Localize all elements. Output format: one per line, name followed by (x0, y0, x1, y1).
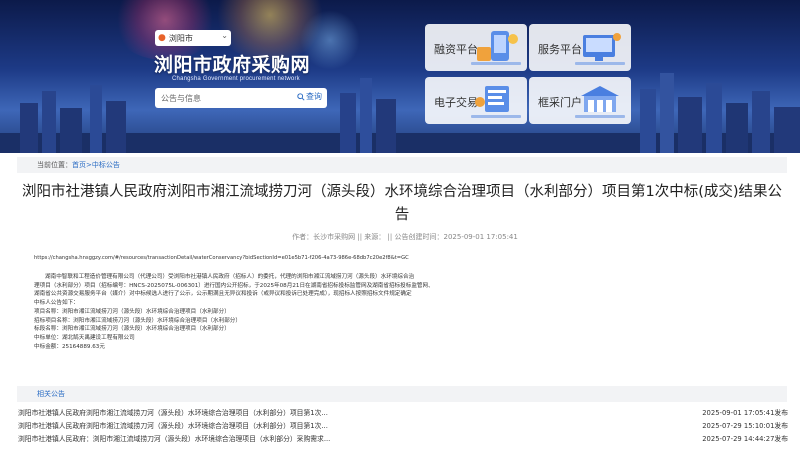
related-notice-date: 2025-07-29 15:10:01发布 (702, 421, 788, 430)
e-trade-illustration-icon (471, 86, 521, 118)
field-project-name: 项目名称：浏阳市湘江流域捞刀河（源头段）水环境综合治理项目（水利部分） (34, 308, 522, 317)
field-tender-project-name: 招标项目名称：浏阳市湘江流域捞刀河（源头段）水环境综合治理项目（水利部分） (34, 317, 522, 326)
related-notice-title[interactable]: 浏阳市社港镇人民政府浏阳市湘江流域捞刀河（源头段）水环境综合治理项目（水利部分）… (18, 407, 328, 417)
intro-line: 理项目（水利部分）项目（招标编号：HNCS-2025075L-006301）进行… (34, 282, 434, 289)
field-label: 招标项目名称： (34, 317, 74, 324)
field-label: 项目名称： (34, 308, 62, 315)
breadcrumb-label: 当前位置： (37, 161, 72, 169)
location-selector[interactable]: ● 浏阳市 ⌄ (155, 30, 231, 46)
search-box: 查询 (155, 88, 327, 108)
article-title: 浏阳市社港镇人民政府浏阳市湘江流域捞刀河（源头段）水环境综合治理项目（水利部分）… (21, 184, 783, 223)
field-label: 中标单位： (34, 334, 62, 341)
breadcrumb: 当前位置： 首页 > 中标公告 (17, 157, 787, 173)
breadcrumb-award-notice-link[interactable]: 中标公告 (92, 160, 120, 170)
platform-framework-portal[interactable]: 框采门户 (529, 77, 631, 124)
search-input[interactable] (155, 93, 285, 103)
field-winning-bidder: 中标单位：湖北鹄天禹建设工程有限公司 (34, 334, 522, 343)
related-notice-date: 2025-09-01 17:05:41发布 (702, 408, 788, 417)
source-label: || 来源： (357, 233, 386, 241)
author-label: 作者： (292, 233, 314, 241)
intro-line: 中标人公告如下： (34, 300, 79, 307)
service-illustration-icon (575, 33, 625, 65)
site-subtitle: Changsha Government procurement network (172, 76, 300, 82)
related-notice-item[interactable]: 浏阳市社港镇人民政府：浏阳市湘江流域捞刀河（源头段）水环境综合治理项目（水利部分… (18, 431, 788, 444)
related-notices-list: 浏阳市社港镇人民政府浏阳市湘江流域捞刀河（源头段）水环境综合治理项目（水利部分）… (18, 405, 788, 444)
search-icon (297, 92, 305, 101)
field-section-name: 标段名称：浏阳市湘江流域捞刀河（源头段）水环境综合治理项目（水利部分） (34, 325, 522, 334)
related-notice-item[interactable]: 浏阳市社港镇人民政府浏阳市湘江流域捞刀河（源头段）水环境综合治理项目（水利部分）… (18, 418, 788, 431)
search-button[interactable]: 查询 (297, 91, 322, 102)
breadcrumb-home-link[interactable]: 首页 (72, 160, 86, 170)
created-value: 2025-09-01 17:05:41 (443, 233, 518, 241)
article-body: 湖南中智联和工程造价管理有限公司（代理公司）受浏阳市社港镇人民政府（招标人）的委… (34, 273, 522, 351)
related-notice-title[interactable]: 浏阳市社港镇人民政府：浏阳市湘江流域捞刀河（源头段）水环境综合治理项目（水利部分… (18, 433, 330, 443)
related-notice-item[interactable]: 浏阳市社港镇人民政府浏阳市湘江流域捞刀河（源头段）水环境综合治理项目（水利部分）… (18, 405, 788, 418)
platform-service[interactable]: 服务平台 (529, 24, 631, 71)
field-value: 浏阳市湘江流域捞刀河（源头段）水环境综合治理项目（水利部分） (61, 326, 230, 333)
field-value: 25164889.63元 (61, 343, 105, 350)
article-meta: 作者：长沙市采购网 || 来源： || 公告创建时间：2025-09-01 17… (240, 232, 570, 242)
author-value: 长沙市采购网 (313, 233, 356, 241)
intro-line: 湖南省公共资源交易服务平台（媒介）对中标候选人进行了公示，公示期满且无异议和投诉… (34, 291, 412, 298)
framework-portal-illustration-icon (575, 86, 625, 118)
field-value: 浏阳市湘江流域捞刀河（源头段）水环境综合治理项目（水利部分） (61, 308, 230, 315)
site-title: 浏阳市政府采购网 (154, 54, 311, 76)
field-value: 浏阳市湘江流域捞刀河（源头段）水环境综合治理项目（水利部分） (73, 317, 241, 324)
created-label: || 公告创建时间： (387, 233, 444, 241)
header-banner: ● 浏阳市 ⌄ 浏阳市政府采购网 Changsha Government pro… (0, 0, 800, 153)
location-label: 浏阳市 (168, 33, 193, 43)
search-button-label: 查询 (306, 92, 322, 101)
field-label: 中标金额： (34, 343, 62, 350)
field-label: 标段名称： (34, 326, 62, 333)
map-pin-icon: ● (158, 33, 166, 43)
platform-finance[interactable]: 融资平台 (425, 24, 527, 71)
intro-line: 湖南中智联和工程造价管理有限公司（代理公司）受浏阳市社港镇人民政府（招标人）的委… (45, 274, 415, 280)
chevron-down-icon: ⌄ (221, 31, 228, 40)
related-notices-header: 相关公告 (17, 386, 787, 402)
platform-e-trade[interactable]: 电子交易 (425, 77, 527, 124)
related-notice-date: 2025-07-29 14:44:27发布 (702, 434, 788, 443)
related-notice-title[interactable]: 浏阳市社港镇人民政府浏阳市湘江流域捞刀河（源头段）水环境综合治理项目（水利部分）… (18, 420, 328, 430)
field-value: 湖北鹄天禹建设工程有限公司 (61, 334, 135, 341)
source-url[interactable]: https://changsha.hnsggzy.com/#/resources… (34, 255, 409, 261)
field-winning-amount: 中标金额：25164889.63元 (34, 343, 522, 352)
finance-illustration-icon (471, 31, 521, 65)
city-skyline-image (0, 73, 800, 153)
intro-paragraph: 湖南中智联和工程造价管理有限公司（代理公司）受浏阳市社港镇人民政府（招标人）的委… (34, 273, 522, 308)
